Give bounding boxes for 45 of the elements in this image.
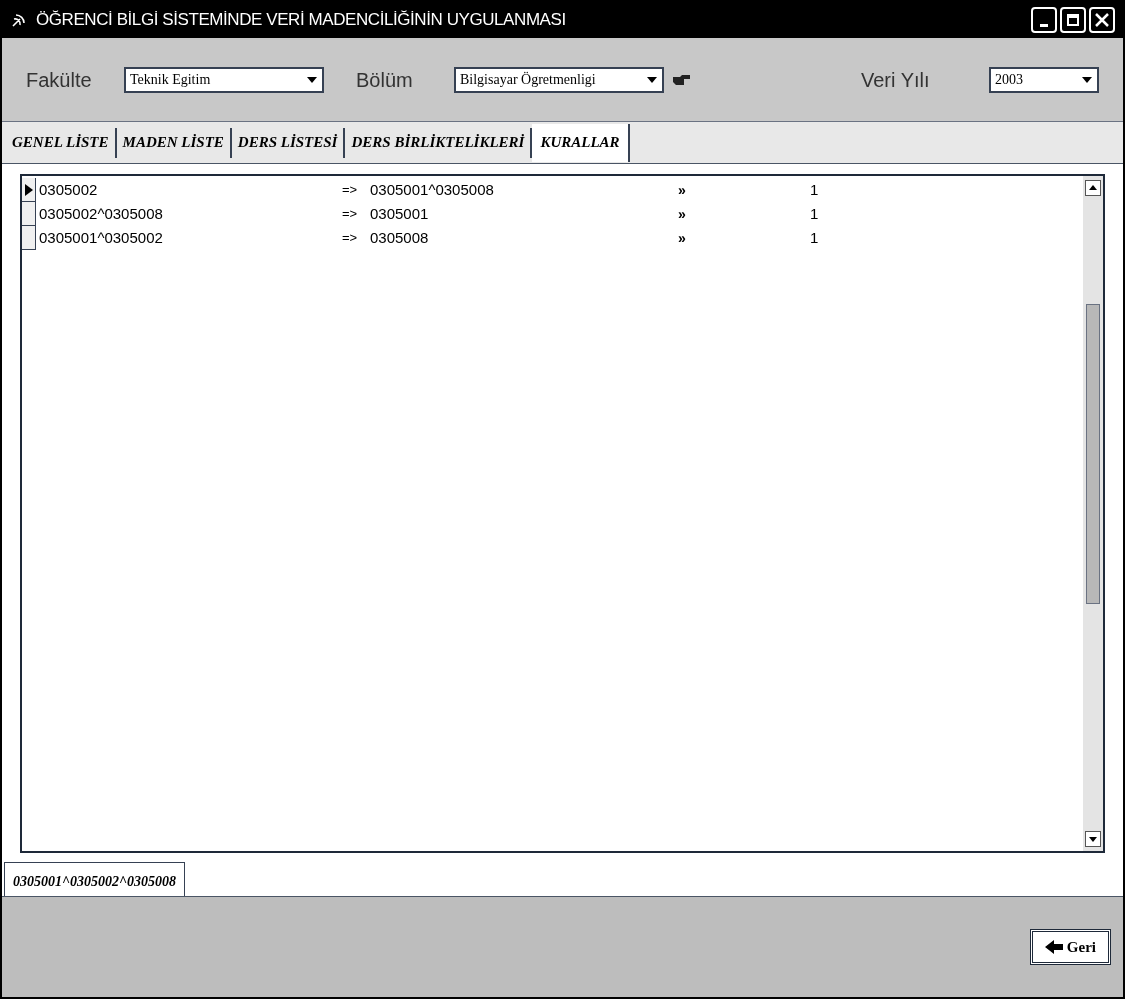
- table-cell-text: »: [678, 204, 687, 224]
- table-cell-text: 1: [810, 227, 820, 248]
- table-cell-text: =>: [342, 181, 359, 200]
- maximize-button[interactable]: [1060, 7, 1086, 33]
- window-title: ÖĞRENCİ BİLGİ SİSTEMİNDE VERİ MADENCİLİĞİNİN UYGULANMASI: [36, 9, 566, 32]
- tab[interactable]: KURALLAR: [532, 123, 630, 162]
- tab[interactable]: DERS LİSTESİ: [231, 127, 346, 158]
- close-button[interactable]: [1089, 7, 1115, 33]
- satellite-icon: [10, 11, 28, 29]
- dropdown[interactable]: 2003: [989, 66, 1099, 93]
- row-indicator[interactable]: [22, 202, 36, 226]
- close-icon: [1095, 13, 1109, 27]
- table-cell-text: 0305001^0305002: [38, 227, 164, 248]
- table-cell-text: 0305002: [38, 179, 99, 200]
- row-indicator[interactable]: [22, 178, 36, 202]
- dropdown-arrow-icon[interactable]: [306, 74, 318, 85]
- scroll-up-icon[interactable]: [1085, 180, 1101, 196]
- table-cell-text: 0305001: [370, 203, 430, 224]
- table-cell-text: »: [678, 228, 687, 248]
- table-cell-text: 1: [810, 179, 820, 200]
- scrollbar[interactable]: [1083, 176, 1103, 851]
- dropdown-arrow-icon[interactable]: [1081, 74, 1093, 85]
- left-arrow-icon: [1044, 940, 1063, 954]
- table-cell-text: 0305002^0305008: [38, 203, 164, 224]
- field-label: Veri Yılı: [861, 67, 931, 93]
- scroll-thumb[interactable]: [1086, 303, 1100, 604]
- table-cell-text: 1: [810, 203, 820, 224]
- table-cell-text: =>: [342, 205, 359, 224]
- field-label: Fakülte: [26, 67, 93, 93]
- back-button[interactable]: Geri: [1029, 929, 1111, 965]
- tab[interactable]: MADEN LİSTE: [116, 127, 232, 158]
- row-indicator[interactable]: [22, 226, 36, 250]
- dropdown[interactable]: Teknik Egitim: [124, 66, 324, 93]
- table-cell-text: 0305008: [370, 227, 430, 248]
- minimize-button[interactable]: [1031, 7, 1057, 33]
- tab[interactable]: GENEL LİSTE: [6, 127, 117, 158]
- dropdown[interactable]: Bilgisayar Ögretmenligi: [454, 66, 664, 93]
- table-cell-text: =>: [342, 229, 359, 248]
- pointing-hand-icon[interactable]: [672, 72, 692, 87]
- bottom-tab[interactable]: 0305001^0305002^0305008: [4, 862, 185, 896]
- scroll-down-icon[interactable]: [1085, 831, 1101, 847]
- field-label: Bölüm: [356, 67, 414, 93]
- table-cell-text: 0305001^0305008: [370, 179, 495, 200]
- table-cell-text: »: [678, 180, 687, 200]
- dropdown-arrow-icon[interactable]: [646, 74, 658, 85]
